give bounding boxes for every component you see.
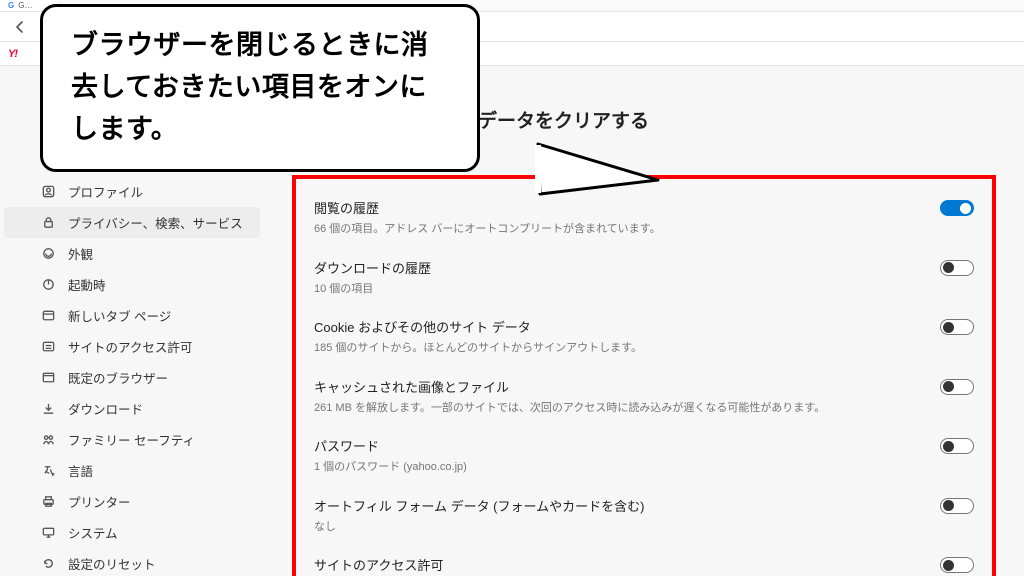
toggle-switch[interactable] — [940, 200, 974, 216]
sidebar-item-label: システム — [68, 523, 118, 542]
clear-data-item: キャッシュされた画像とファイル 261 MB を解放します。一部のサイトでは、次回… — [314, 368, 974, 428]
sidebar-item-profile[interactable]: プロファイル — [4, 176, 260, 207]
sidebar-item-download[interactable]: ダウンロード — [4, 393, 260, 424]
clear-data-item-desc: なし — [314, 519, 644, 536]
clear-data-item: オートフィル フォーム データ (フォームやカードを含む) なし — [314, 487, 974, 547]
startup-icon — [40, 277, 56, 293]
clear-data-item: サイトのアクセス許可1 個のサイト — [314, 546, 974, 576]
sidebar-item-label: プリンター — [68, 492, 131, 511]
toggle-switch[interactable] — [940, 379, 974, 395]
clear-data-item-title: オートフィル フォーム データ (フォームやカードを含む) — [314, 496, 644, 515]
clear-data-item-desc: 1 個のパスワード (yahoo.co.jp) — [314, 459, 467, 476]
highlighted-panel: 閲覧の履歴66 個の項目。アドレス バーにオートコンプリートが含まれています。ダ… — [292, 175, 996, 576]
clear-data-item-title: キャッシュされた画像とファイル — [314, 377, 825, 396]
clear-data-item: パスワード 1 個のパスワード (yahoo.co.jp) — [314, 427, 974, 487]
clear-data-item: ダウンロードの履歴 10 個の項目 — [314, 249, 974, 309]
sidebar-item-label: 新しいタブ ページ — [68, 306, 171, 325]
system-icon — [40, 525, 56, 541]
newtab-icon — [40, 308, 56, 324]
clear-data-item: Cookie およびその他のサイト データ 185 個のサイトから。ほとんどのサイ… — [314, 308, 974, 368]
sidebar-item-family[interactable]: ファミリー セーフティ — [4, 424, 260, 455]
lock-icon — [40, 215, 56, 231]
appearance-icon — [40, 246, 56, 262]
sidebar-item-system[interactable]: システム — [4, 517, 260, 548]
sidebar-item-label: 起動時 — [68, 275, 106, 294]
sidebar-item-startup[interactable]: 起動時 — [4, 269, 260, 300]
sidebar-item-label: 言語 — [68, 461, 93, 480]
sidebar-item-permissions[interactable]: サイトのアクセス許可 — [4, 331, 260, 362]
sidebar-item-lock[interactable]: プライバシー、検索、サービス — [4, 207, 260, 238]
toggle-switch[interactable] — [940, 260, 974, 276]
download-icon — [40, 401, 56, 417]
sidebar-item-printer[interactable]: プリンター — [4, 486, 260, 517]
clear-data-item-desc: 185 個のサイトから。ほとんどのサイトからサインアウトします。 — [314, 340, 642, 357]
sidebar-item-label: プロファイル — [68, 182, 143, 201]
callout-text: ブラウザーを閉じるときに消去しておきたい項目をオンにします。 — [40, 4, 480, 172]
sidebar-item-label: 外観 — [68, 244, 93, 263]
toggle-switch[interactable] — [940, 438, 974, 454]
toggle-switch[interactable] — [940, 498, 974, 514]
sidebar-item-language[interactable]: 言語 — [4, 455, 260, 486]
toggle-switch[interactable] — [940, 319, 974, 335]
yahoo-bookmark-icon[interactable]: Y! — [8, 48, 17, 60]
reset-icon — [40, 556, 56, 572]
back-button[interactable] — [8, 15, 32, 39]
toggle-switch[interactable] — [940, 557, 974, 573]
clear-data-item-desc: 261 MB を解放します。一部のサイトでは、次回のアクセス時に読み込みが遅くな… — [314, 400, 825, 417]
sidebar-item-label: ダウンロード — [68, 399, 143, 418]
sidebar-item-label: 既定のブラウザー — [68, 368, 168, 387]
language-icon — [40, 463, 56, 479]
clear-data-item-title: サイトのアクセス許可 — [314, 555, 443, 574]
default-icon — [40, 370, 56, 386]
printer-icon — [40, 494, 56, 510]
sidebar-item-appearance[interactable]: 外観 — [4, 238, 260, 269]
sidebar-item-label: プライバシー、検索、サービス — [68, 213, 243, 232]
family-icon — [40, 432, 56, 448]
profile-icon — [40, 184, 56, 200]
permissions-icon — [40, 339, 56, 355]
clear-data-item-title: Cookie およびその他のサイト データ — [314, 317, 642, 336]
sidebar-item-label: サイトのアクセス許可 — [68, 337, 192, 356]
sidebar-item-newtab[interactable]: 新しいタブ ページ — [4, 300, 260, 331]
sidebar-item-label: ファミリー セーフティ — [68, 430, 195, 449]
sidebar-item-label: 設定のリセット — [68, 554, 156, 573]
tab-label: G… — [18, 1, 32, 10]
sidebar-item-default[interactable]: 既定のブラウザー — [4, 362, 260, 393]
callout-bubble: ブラウザーを閉じるときに消去しておきたい項目をオンにします。 — [40, 4, 480, 172]
sidebar-item-reset[interactable]: 設定のリセット — [4, 548, 260, 576]
clear-data-item-title: ダウンロードの履歴 — [314, 258, 431, 277]
clear-data-item-desc: 10 個の項目 — [314, 281, 431, 298]
clear-data-item-title: パスワード — [314, 436, 467, 455]
